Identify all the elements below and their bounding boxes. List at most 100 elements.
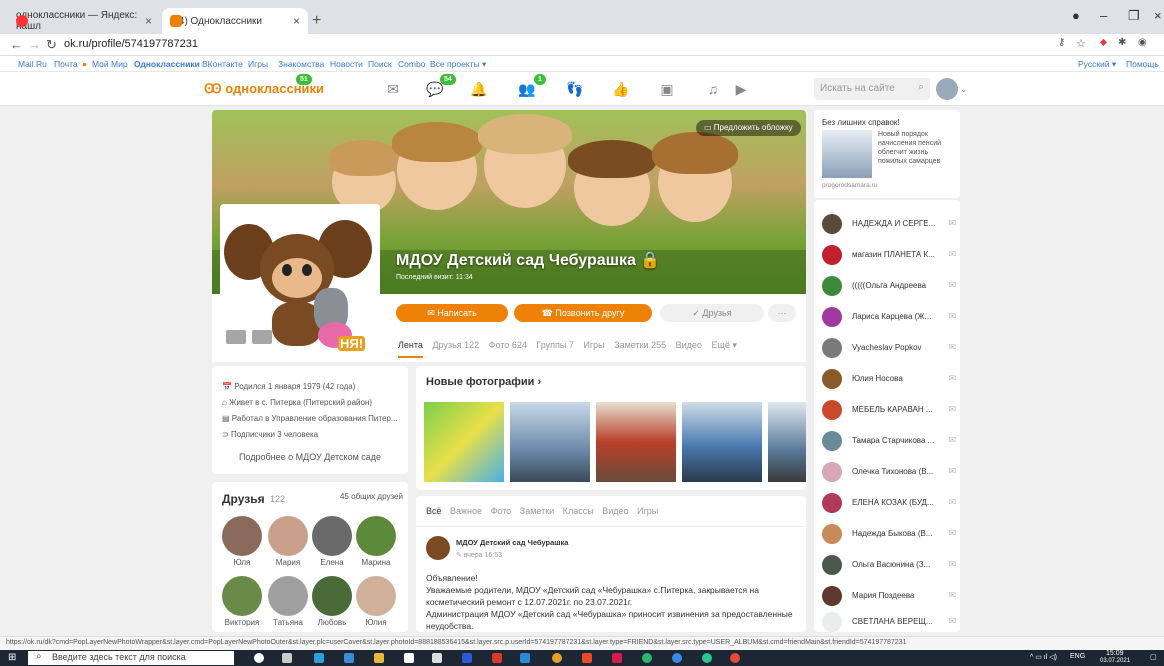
puzzle-icon[interactable]: ✱ <box>1118 37 1126 48</box>
chevron-down-icon[interactable]: ⌄ <box>960 84 968 95</box>
explorer-icon[interactable] <box>374 653 384 663</box>
user-avatar[interactable] <box>936 78 958 100</box>
app-icon[interactable] <box>582 653 592 663</box>
contact-item[interactable]: Тамара Старчикова ... ✉ <box>822 429 956 455</box>
clock-time[interactable]: 15:09 <box>1106 650 1124 657</box>
message-icon[interactable]: ✉ <box>948 218 956 229</box>
friend-name[interactable]: Любовь <box>310 618 354 627</box>
notifications-icon[interactable]: ▢ <box>1150 653 1157 661</box>
extension-icon[interactable]: ⬥ <box>1100 37 1107 48</box>
contact-item[interactable]: НАДЕЖДА И СЕРГЕ... ✉ <box>822 212 956 238</box>
cortana-icon[interactable] <box>254 653 264 663</box>
new-tab-icon[interactable]: + <box>312 12 321 30</box>
feed-tab-important[interactable]: Важное <box>450 506 482 516</box>
camera-icon[interactable] <box>226 330 246 344</box>
edge-icon[interactable] <box>314 653 324 663</box>
help-link[interactable]: Помощь <box>1126 59 1159 69</box>
bookmark-games[interactable]: Игры <box>248 59 268 69</box>
friend-avatar[interactable] <box>268 576 308 616</box>
friend-name[interactable]: Виктория <box>216 618 268 627</box>
contact-item[interactable]: Лариса Карцева (Ж... ✉ <box>822 305 956 331</box>
post-author[interactable]: МДОУ Детский сад Чебурашка <box>456 538 568 547</box>
photo-thumb[interactable] <box>768 402 806 482</box>
feed-tab-all[interactable]: Всё <box>426 506 442 516</box>
photo-thumb[interactable] <box>596 402 676 482</box>
photo-thumb[interactable] <box>510 402 590 482</box>
friend-name[interactable]: Татьяна <box>266 618 310 627</box>
feed-tab-classes[interactable]: Классы <box>563 506 594 516</box>
restore-icon[interactable]: ❐ <box>1128 8 1140 24</box>
friends-status-button[interactable]: ✓ Друзья <box>660 304 764 322</box>
app-icon[interactable] <box>552 653 562 663</box>
feed-tab-video[interactable]: Видео <box>602 506 628 516</box>
browser-tab-ok[interactable]: (54) Одноклассники × <box>162 8 308 34</box>
friend-name[interactable]: Мария <box>266 558 310 567</box>
close-tab-icon[interactable]: × <box>145 14 152 28</box>
contact-item[interactable]: магазин ПЛАНЕТА К... ✉ <box>822 243 956 269</box>
messages-icon[interactable]: ✉ <box>384 80 402 98</box>
taskbar-search-input[interactable]: ⌕ Введите здесь текст для поиска <box>28 651 234 665</box>
new-photos-title[interactable]: Новые фотографии › <box>426 376 541 388</box>
app-icon[interactable] <box>520 653 530 663</box>
ad-body[interactable]: Новый порядок начисления пенсий облегчит… <box>878 130 956 166</box>
word-icon[interactable] <box>462 653 472 663</box>
profile-dot-icon[interactable]: ● <box>1072 8 1080 23</box>
ad-card[interactable]: Без лишних справок! Новый порядок начисл… <box>814 110 960 198</box>
browser-tab-yandex[interactable]: одноклассники — Яндекс: нашл × <box>8 8 160 34</box>
bookmark-moimir[interactable]: Мой Мир <box>92 59 128 69</box>
store-icon[interactable] <box>344 653 354 663</box>
windows-start-icon[interactable]: ⊞ <box>8 652 16 663</box>
message-icon[interactable]: ✉ <box>948 528 956 539</box>
contact-item[interactable]: Надежда Быкова (В... ✉ <box>822 522 956 548</box>
tab-games[interactable]: Игры <box>583 340 604 350</box>
more-about-link[interactable]: Подробнее о МДОУ Детском саде <box>212 452 408 462</box>
tab-photos[interactable]: Фото 624 <box>489 340 527 350</box>
friend-name[interactable]: Елена <box>310 558 354 567</box>
friend-avatar[interactable] <box>222 516 262 556</box>
chrome-icon[interactable] <box>730 653 740 663</box>
tab-groups[interactable]: Группы 7 <box>536 340 574 350</box>
write-button[interactable]: ✉ Написать <box>396 304 508 322</box>
contact-item[interactable]: Vyacheslav Popkov ✉ <box>822 336 956 362</box>
bookmark-search[interactable]: Поиск <box>368 59 392 69</box>
friend-avatar[interactable] <box>312 576 352 616</box>
message-icon[interactable]: ✉ <box>948 404 956 415</box>
post-author-avatar[interactable] <box>426 536 450 560</box>
subscribers-text[interactable]: Подписчики 3 человека <box>231 430 318 439</box>
message-icon[interactable]: ✉ <box>948 249 956 260</box>
contact-item[interactable]: Мария Поздеева ✉ <box>822 584 956 610</box>
message-icon[interactable]: ✉ <box>948 559 956 570</box>
mutual-friends-link[interactable]: 45 общих друзей <box>340 492 403 501</box>
music-icon[interactable]: ♫ <box>704 80 722 98</box>
ad-image[interactable] <box>822 130 872 178</box>
tab-notes[interactable]: Заметки 255 <box>614 340 666 350</box>
app-icon[interactable] <box>702 653 712 663</box>
message-icon[interactable]: ✉ <box>948 373 956 384</box>
friend-avatar[interactable] <box>356 576 396 616</box>
profile-picture[interactable]: НЯ! <box>220 204 380 360</box>
message-icon[interactable]: ✉ <box>948 311 956 322</box>
key-icon[interactable]: ⚷ <box>1058 37 1065 48</box>
contact-item[interactable]: Ольга Васюнина (З... ✉ <box>822 553 956 579</box>
minimize-icon[interactable]: – <box>1100 8 1107 23</box>
video-icon[interactable]: ▣ <box>658 80 676 98</box>
feed-tab-photo[interactable]: Фото <box>491 506 512 516</box>
tab-friends[interactable]: Друзья 122 <box>432 340 479 350</box>
notifications-icon[interactable]: 🔔 <box>470 80 488 98</box>
photo-thumb[interactable] <box>682 402 762 482</box>
bookmark-vk[interactable]: ВКонтакте <box>202 59 243 69</box>
tab-feed[interactable]: Лента <box>398 340 423 358</box>
edit-photo-icon[interactable] <box>252 330 272 344</box>
bookmark-news[interactable]: Новости <box>330 59 363 69</box>
app-icon[interactable] <box>672 653 682 663</box>
message-icon[interactable]: ✉ <box>948 342 956 353</box>
friend-name[interactable]: Юлия <box>354 618 398 627</box>
language-indicator[interactable]: ENG <box>1070 653 1085 660</box>
bookmark-mailru[interactable]: Mail.Ru <box>18 59 47 69</box>
bookmark-pochta[interactable]: Почта <box>54 59 78 69</box>
tray-icons[interactable]: ^ ▭ ıl ◁) <box>1030 653 1057 661</box>
tab-video[interactable]: Видео <box>676 340 702 350</box>
contact-item[interactable]: Олечка Тихонова (В... ✉ <box>822 460 956 486</box>
contact-item[interactable]: СВЕТЛАНА ВЕРЕЩ... ✉ <box>822 610 956 636</box>
tab-more[interactable]: Ещё ▾ <box>711 340 736 350</box>
